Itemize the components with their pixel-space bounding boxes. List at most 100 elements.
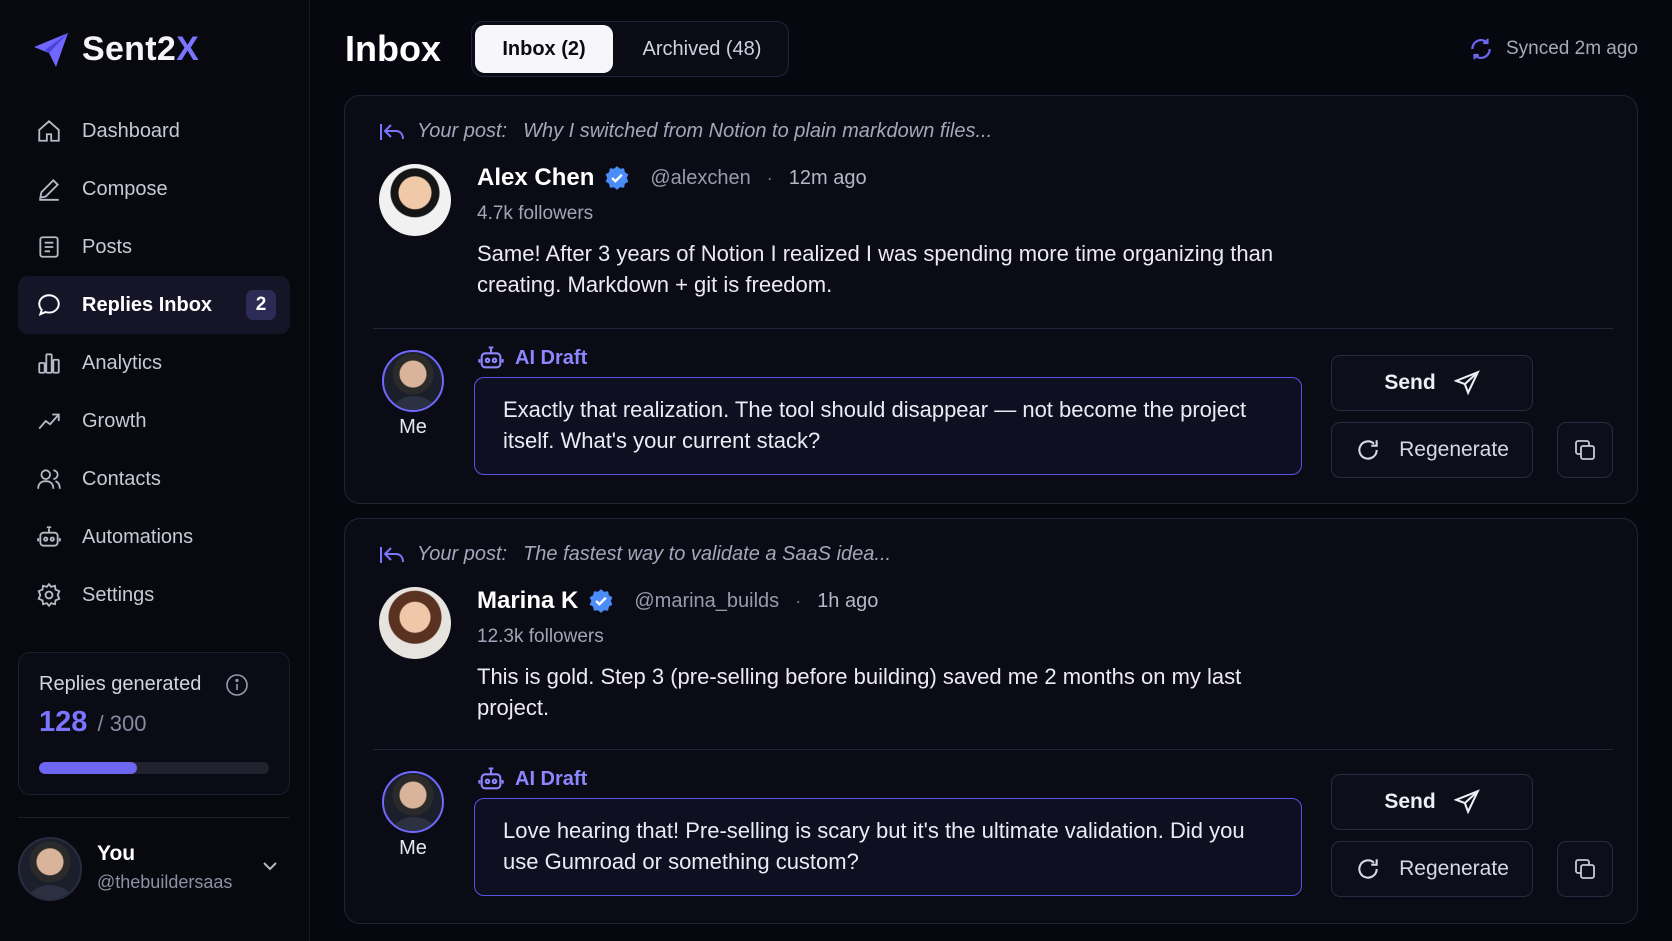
document-icon [39, 236, 59, 258]
copy-icon [1575, 440, 1595, 460]
regenerate-button[interactable]: Regenerate [1331, 841, 1533, 897]
card-divider [373, 328, 1613, 329]
post-reference[interactable]: Your post: The fastest way to validate a… [379, 543, 891, 566]
ai-draft-textarea[interactable]: Exactly that realization. The tool shoul… [474, 377, 1302, 475]
sync-status[interactable]: Synced 2m ago [1468, 36, 1638, 62]
trend-up-icon [38, 413, 60, 430]
send-button-label: Send [1384, 371, 1436, 394]
commenter-handle[interactable]: @alexchen [650, 167, 750, 190]
sidebar-item-posts[interactable]: Posts [18, 218, 290, 276]
avatar[interactable] [379, 164, 451, 236]
send-button[interactable]: Send [1331, 774, 1533, 830]
chevron-down-icon[interactable] [258, 854, 282, 878]
commenter-header: Marina K @marina_builds · 1h ago [477, 587, 878, 615]
sidebar-item-settings[interactable]: Settings [18, 566, 290, 624]
usage-total: / 300 [97, 711, 147, 736]
separator: · [766, 167, 773, 188]
sidebar-item-label: Settings [82, 583, 155, 606]
copy-button[interactable] [1557, 841, 1613, 897]
sidebar-item-label: Dashboard [82, 119, 180, 142]
separator: · [795, 590, 802, 611]
sidebar-divider [18, 817, 290, 818]
usage-card: Replies generated 128 / 300 [18, 652, 290, 795]
tab-inbox[interactable]: Inbox (2) [475, 25, 613, 73]
card-divider [373, 749, 1613, 750]
profile-handle: @thebuildersaas [97, 872, 233, 892]
refresh-icon [1358, 440, 1378, 460]
regenerate-button-label: Regenerate [1399, 438, 1509, 461]
send-button-label: Send [1384, 790, 1436, 813]
send-button[interactable]: Send [1331, 355, 1533, 411]
avatar [382, 771, 444, 833]
gear-icon [37, 582, 61, 608]
avatar [18, 837, 82, 901]
post-reference-label: Your post: [417, 543, 508, 565]
usage-used: 128 [39, 706, 88, 738]
sidebar-nav: Dashboard Compose Posts Replies Inbox 2 … [18, 102, 290, 624]
sidebar: Sent2X Dashboard Compose Posts Replies I… [0, 0, 310, 941]
sidebar-item-growth[interactable]: Growth [18, 392, 290, 450]
robot-icon [478, 346, 504, 369]
copy-button[interactable] [1557, 422, 1613, 478]
sidebar-item-compose[interactable]: Compose [18, 160, 290, 218]
profile-name: You [97, 842, 136, 865]
ai-draft-text: AI Draft [515, 767, 588, 790]
ai-draft-textarea[interactable]: Love hearing that! Pre-selling is scary … [474, 798, 1302, 896]
sidebar-item-analytics[interactable]: Analytics [18, 334, 290, 392]
sidebar-item-contacts[interactable]: Contacts [18, 450, 290, 508]
post-reference[interactable]: Your post: Why I switched from Notion to… [379, 120, 992, 143]
brand-logo[interactable]: Sent2X [32, 30, 199, 69]
users-icon [37, 469, 61, 489]
home-icon [38, 120, 60, 142]
paper-plane-icon [1453, 370, 1480, 396]
sync-icon [1471, 38, 1491, 60]
reply-arrow-icon [380, 123, 404, 140]
post-reference-label: Your post: [417, 120, 508, 142]
tab-archived[interactable]: Archived (48) [618, 25, 786, 73]
sidebar-item-label: Growth [82, 409, 147, 432]
avatar[interactable] [379, 587, 451, 659]
sync-status-text: Synced 2m ago [1505, 38, 1638, 59]
sidebar-item-replies-inbox[interactable]: Replies Inbox 2 [18, 276, 290, 334]
regenerate-button[interactable]: Regenerate [1331, 422, 1533, 478]
copy-icon [1575, 859, 1595, 879]
sidebar-item-label: Compose [82, 177, 168, 200]
commenter-name[interactable]: Alex Chen [477, 164, 594, 192]
main-content: Inbox Inbox (2) Archived (48) Synced 2m … [310, 0, 1672, 941]
info-icon[interactable] [225, 673, 249, 697]
ai-draft-text: AI Draft [515, 346, 588, 369]
page-title: Inbox [345, 28, 441, 69]
pen-icon [39, 179, 59, 201]
comment-time: 1h ago [817, 589, 879, 612]
verified-badge-icon [589, 589, 613, 613]
usage-count: 128 / 300 [39, 706, 269, 739]
reply-arrow-icon [380, 546, 404, 563]
comment-time: 12m ago [788, 166, 867, 189]
sidebar-item-label: Automations [82, 525, 194, 548]
refresh-icon [1358, 859, 1378, 879]
comment-text: This is gold. Step 3 (pre-selling before… [477, 664, 1242, 720]
sidebar-item-label: Contacts [82, 467, 161, 490]
reply-card: Your post: The fastest way to validate a… [344, 518, 1638, 924]
my-avatar: Me [381, 350, 445, 439]
commenter-handle[interactable]: @marina_builds [634, 590, 779, 613]
chat-bubble-icon [38, 294, 60, 316]
me-label: Me [399, 837, 427, 859]
commenter-followers: 4.7k followers [477, 203, 594, 224]
my-avatar: Me [381, 771, 445, 860]
brand-name: Sent2X [82, 30, 200, 68]
comment-text: Same! After 3 years of Notion I realized… [477, 241, 1274, 297]
profile-menu[interactable]: You @thebuildersaas [18, 834, 290, 904]
commenter-name[interactable]: Marina K [477, 587, 578, 615]
usage-progress-bar [39, 762, 269, 774]
bar-chart-icon [38, 353, 60, 374]
sidebar-item-dashboard[interactable]: Dashboard [18, 102, 290, 160]
sidebar-item-label: Posts [82, 235, 133, 258]
sidebar-item-automations[interactable]: Automations [18, 508, 290, 566]
sidebar-item-label: Replies Inbox [82, 293, 213, 316]
ai-draft-label: AI Draft [477, 765, 587, 793]
paper-plane-icon [1453, 789, 1480, 815]
reply-card: Your post: Why I switched from Notion to… [344, 95, 1638, 504]
sidebar-item-label: Analytics [82, 351, 163, 374]
usage-progress-fill [39, 762, 138, 774]
